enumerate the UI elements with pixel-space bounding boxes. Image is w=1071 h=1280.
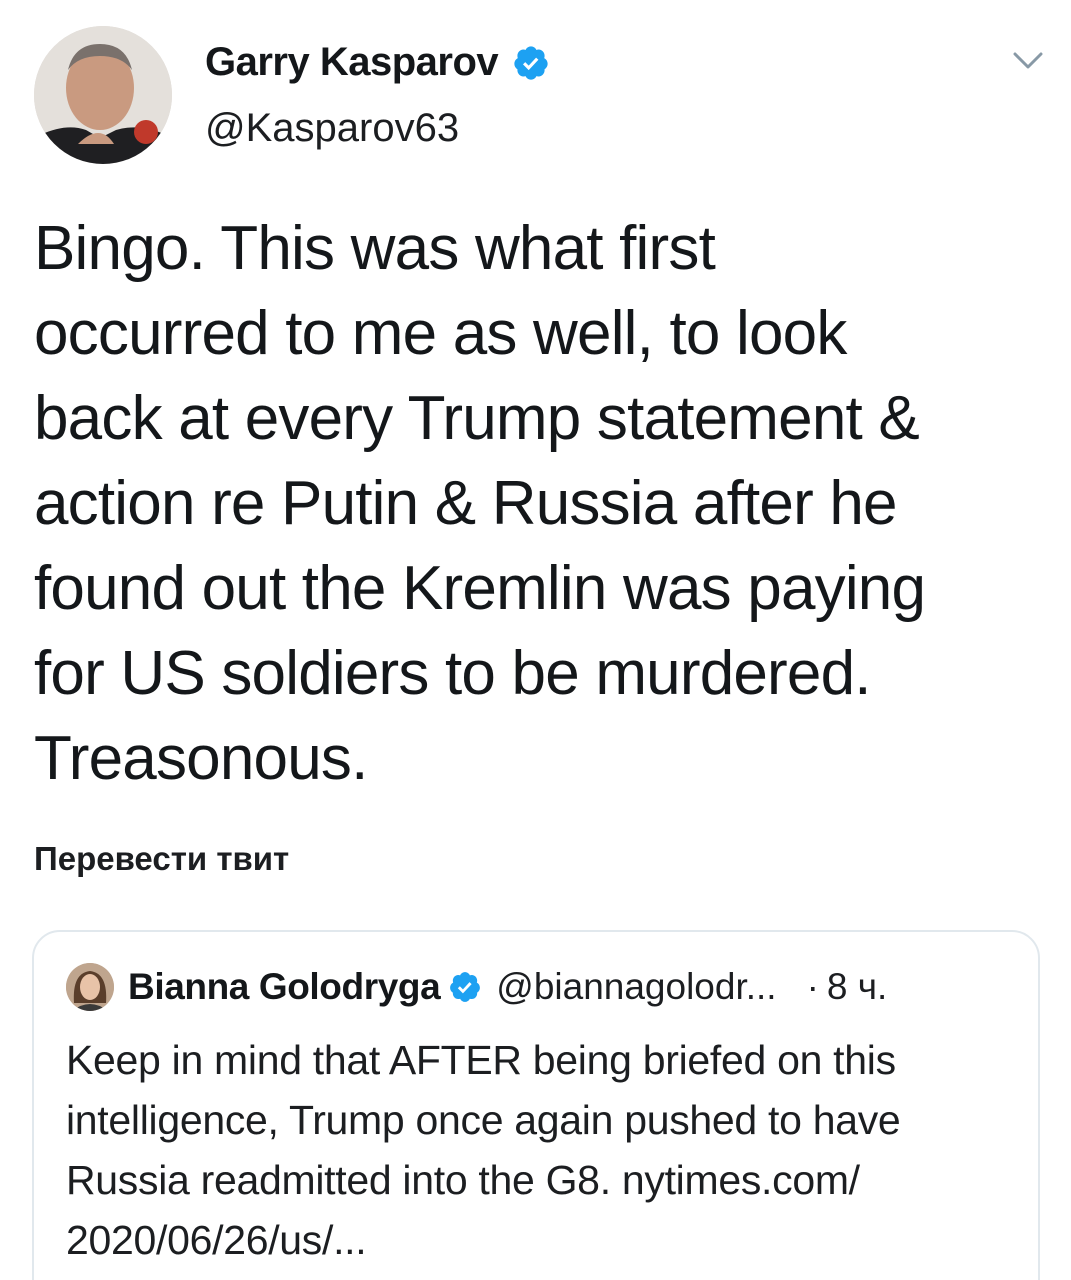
quoted-author-name: Bianna Golodryga (128, 966, 441, 1007)
chevron-down-icon[interactable] (1012, 50, 1044, 72)
avatar-image (34, 26, 172, 164)
quoted-tweet-text: Keep in mind that AFTER being briefed on… (66, 1037, 901, 1263)
quoted-timestamp: 8 ч. (826, 966, 888, 1007)
translate-tweet-link[interactable]: Перевести твит (34, 840, 289, 878)
tweet: Garry Kasparov @Kasparov63 Bingo. This w… (0, 0, 1071, 1280)
quoted-tweet-card[interactable]: Bianna Golodryga @biannagolodr... · 8 ч.… (32, 930, 1040, 1280)
author-handle[interactable]: @Kasparov63 (205, 106, 459, 151)
quoted-tweet-header: Bianna Golodryga @biannagolodr... · 8 ч. (66, 962, 887, 1012)
separator-dot: · (806, 966, 819, 1007)
author-name[interactable]: Garry Kasparov (205, 40, 499, 85)
author-avatar[interactable] (34, 26, 172, 164)
quoted-author-handle: @biannagolodr... (496, 966, 777, 1007)
verified-badge-icon (450, 972, 481, 1002)
tweet-text: Bingo. This was what first occurred to m… (34, 214, 926, 793)
quoted-author-avatar (66, 963, 114, 1011)
author-name-row: Garry Kasparov (205, 40, 550, 85)
verified-badge-icon (514, 45, 548, 80)
quoted-avatar-image (66, 963, 114, 1011)
